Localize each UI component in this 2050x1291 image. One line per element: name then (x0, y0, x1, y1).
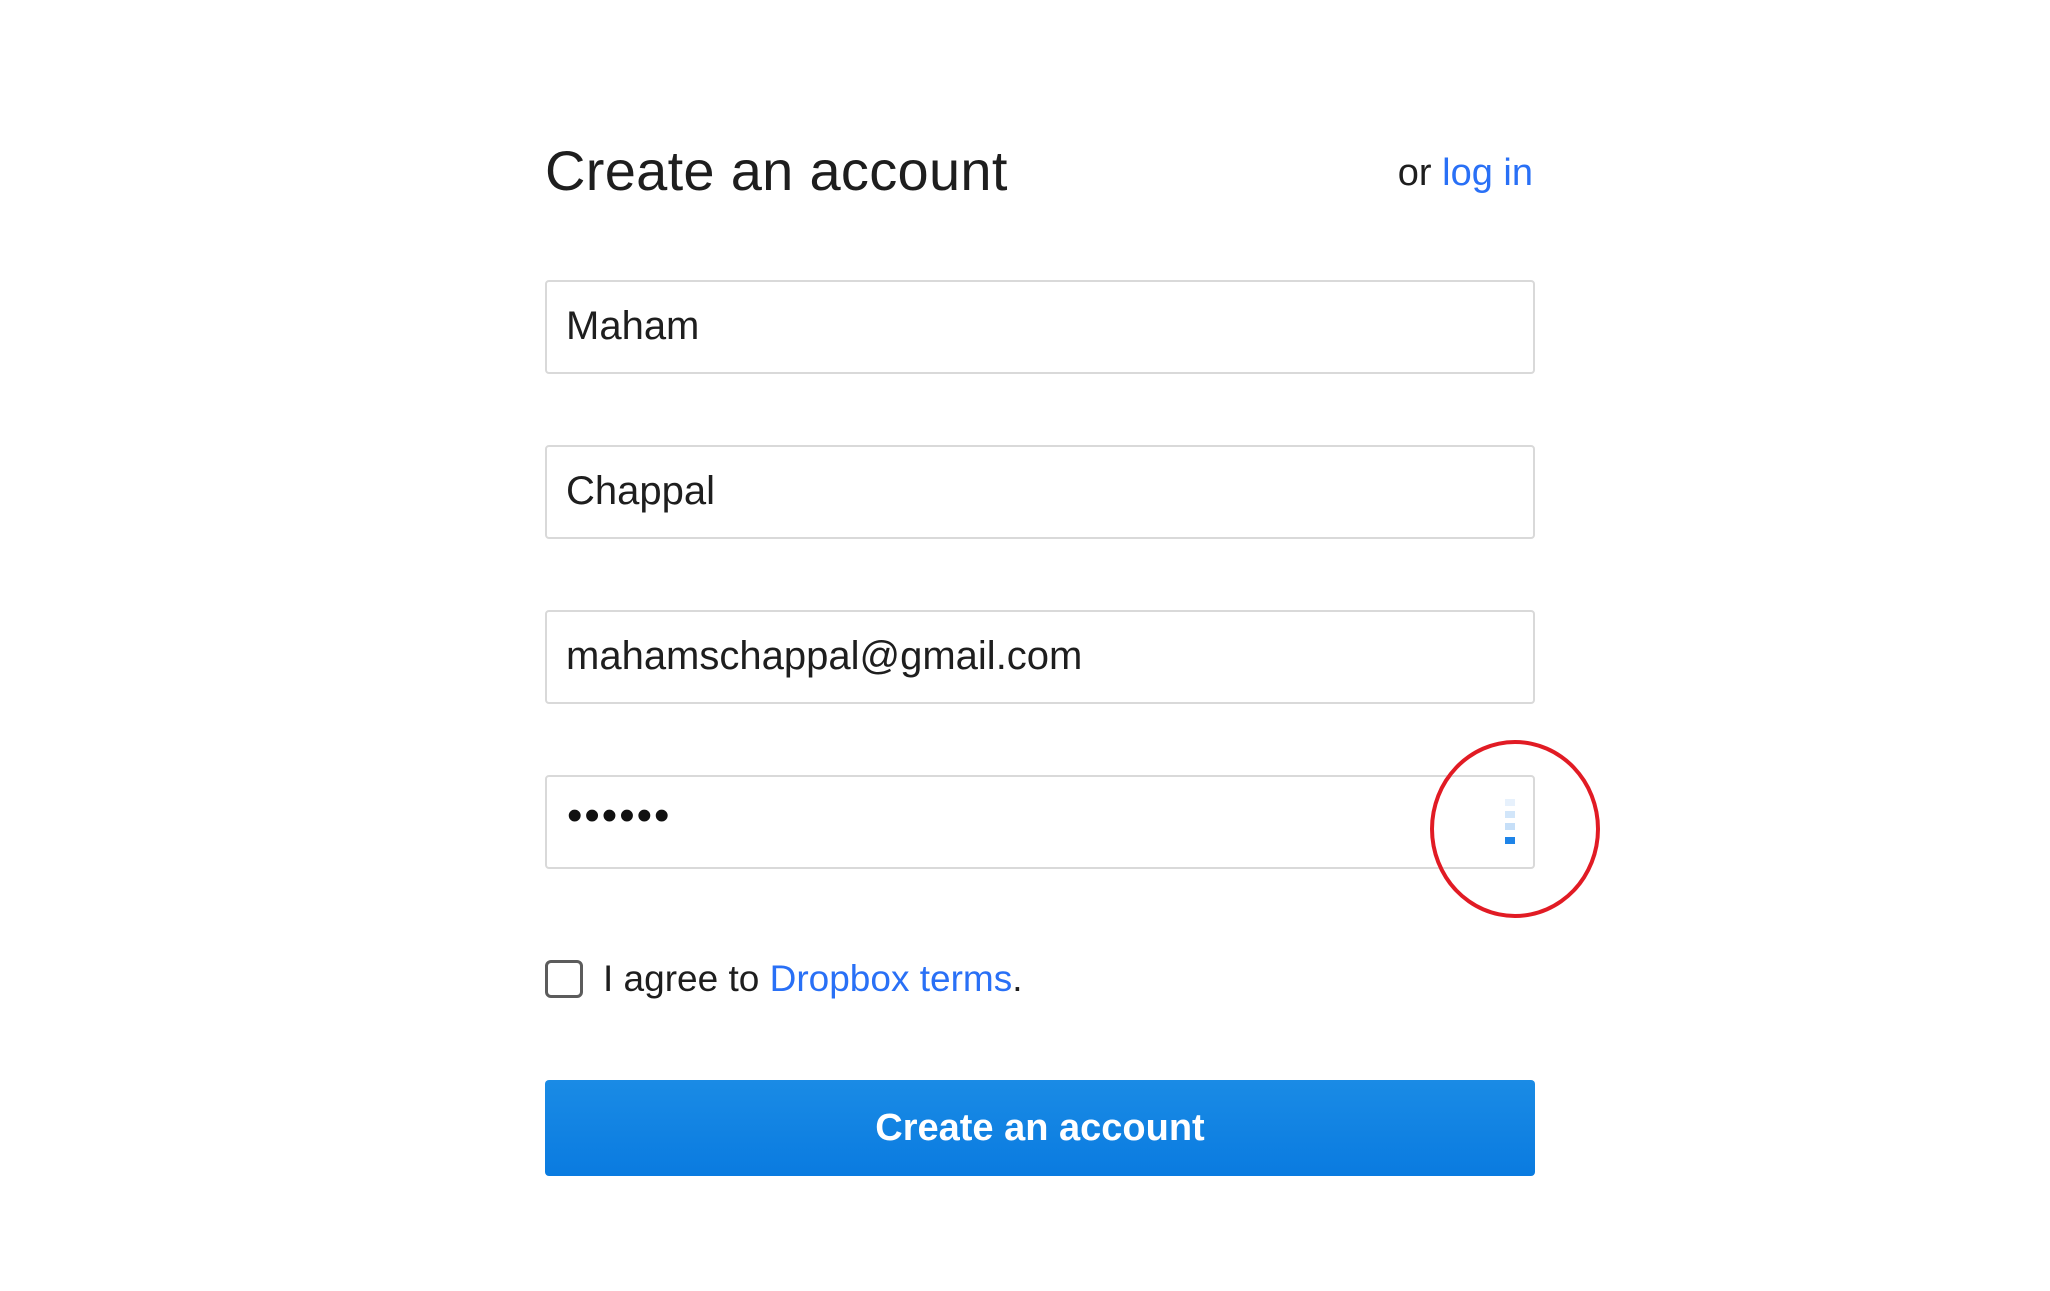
agree-terms-checkbox[interactable] (545, 960, 583, 998)
terms-row: I agree to Dropbox terms. (545, 958, 1535, 1010)
last-name-value: Chappal (566, 469, 716, 513)
form-header: Create an account or log in (545, 120, 1535, 220)
first-name-value: Maham (566, 304, 700, 348)
create-account-button[interactable]: Create an account (545, 1080, 1535, 1176)
annotation-circle (1430, 740, 1600, 918)
log-in-link[interactable]: log in (1442, 152, 1533, 194)
email-field[interactable]: mahamschappal@gmail.com (545, 610, 1535, 704)
alt-login-prefix: or (1397, 152, 1432, 194)
dropbox-terms-link[interactable]: Dropbox terms (770, 958, 1013, 999)
password-field[interactable]: •••••• (545, 775, 1535, 869)
terms-suffix: . (1012, 958, 1023, 999)
screenshot-frame: Create an account or log in Maham Chappa… (0, 0, 2050, 1291)
password-masked-value: •••••• (567, 791, 672, 840)
terms-label: I agree to Dropbox terms. (603, 958, 1023, 1000)
first-name-field[interactable]: Maham (545, 280, 1535, 374)
signup-form: Create an account or log in Maham Chappa… (545, 120, 1535, 1176)
terms-prefix: I agree to (603, 958, 770, 999)
alt-login: or log in (1398, 152, 1533, 195)
email-value: mahamschappal@gmail.com (566, 634, 1083, 678)
page-title: Create an account (545, 139, 1008, 202)
last-name-field[interactable]: Chappal (545, 445, 1535, 539)
